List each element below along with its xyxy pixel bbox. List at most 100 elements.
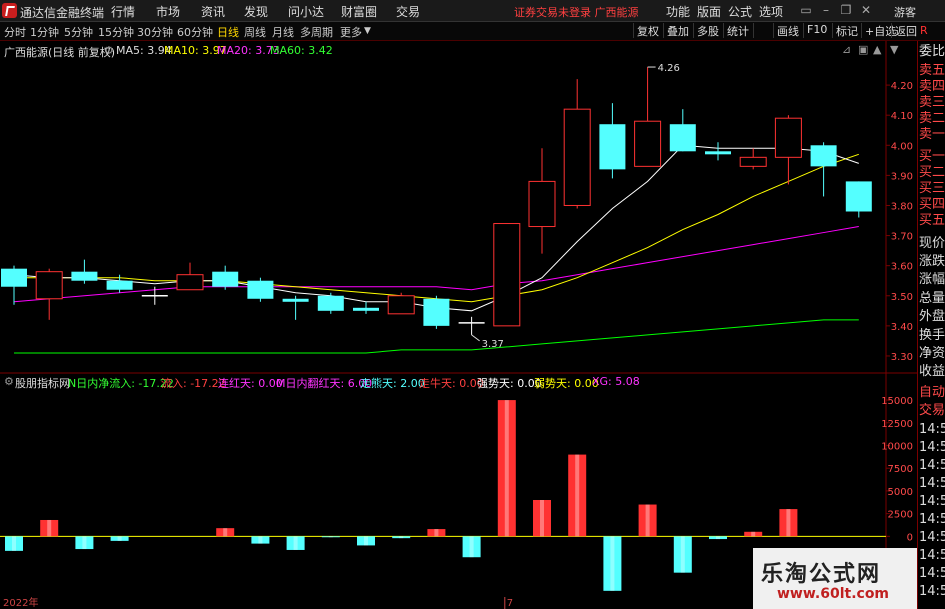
stock-name-label: 广西能源(日线 前复权) <box>4 46 116 59</box>
candle-body <box>774 117 802 158</box>
panel-item-eps[interactable]: 收益 <box>919 364 945 379</box>
candle-body <box>1 268 27 287</box>
panel-item-change[interactable]: 涨跌 <box>919 254 945 269</box>
menu-quotes[interactable]: 行情 <box>111 3 135 20</box>
panel-item-price[interactable]: 现价 <box>919 236 945 251</box>
candle-body <box>282 298 309 302</box>
arrow-up-icon[interactable]: ▲ <box>873 43 881 56</box>
volume-tick-label: 5000 <box>888 487 913 498</box>
panel-item-buy1[interactable]: 买一 <box>919 149 945 164</box>
candle-body <box>493 223 521 327</box>
volume-tick-label: 12500 <box>881 419 913 430</box>
settings-gear-icon[interactable]: ⚙ <box>104 44 114 57</box>
period-tick[interactable]: 分时 <box>4 24 26 40</box>
indicator-name[interactable]: 股朋指标网 <box>15 375 70 391</box>
restore-icon[interactable]: ❐ <box>838 2 854 18</box>
minimize-icon[interactable]: – <box>818 2 834 18</box>
chevron-down-icon[interactable]: ▼ <box>364 26 371 36</box>
ma20-line <box>13 226 859 303</box>
back-button[interactable]: 返回 <box>891 23 920 38</box>
period-multi[interactable]: 多周期 <box>300 24 333 40</box>
price-tick-label: 4.10 <box>891 111 913 122</box>
low-pointer <box>471 334 480 342</box>
panel-item-sell2[interactable]: 卖二 <box>919 111 945 126</box>
kline-chart[interactable]: 4.20 4.10 4.00 3.90 3.80 3.70 3.60 3.50 3.40 3.30… <box>0 41 917 609</box>
menu-discover[interactable]: 发现 <box>244 3 268 20</box>
period-week[interactable]: 周线 <box>244 24 266 40</box>
panel-item-sell4[interactable]: 卖四 <box>919 79 945 94</box>
close-icon[interactable]: ✕ <box>858 2 874 18</box>
stats-button[interactable]: 统计 <box>723 23 752 38</box>
panel-item-sell1[interactable]: 卖一 <box>919 127 945 142</box>
tick-time: 14:56 <box>919 530 945 545</box>
menu-trade[interactable]: 交易 <box>396 3 420 20</box>
panel-item-sell3[interactable]: 卖三 <box>919 95 945 110</box>
menu-news[interactable]: 资讯 <box>201 3 225 20</box>
candle-body <box>387 295 415 315</box>
period-5min[interactable]: 5分钟 <box>64 24 93 40</box>
panel-item-trade[interactable]: 交易 <box>919 403 945 418</box>
panel-item-sell5[interactable]: 卖五 <box>919 63 945 78</box>
panel-item-weibi[interactable]: 委比 <box>919 44 945 59</box>
ma10-line <box>14 153 859 303</box>
f10-button[interactable]: F10 <box>803 23 830 38</box>
tick-time: 14:56 <box>919 494 945 509</box>
volume-bar-highlight <box>399 536 404 539</box>
candle-body <box>106 280 133 290</box>
period-toolbar: 分时 1分钟 5分钟 15分钟 30分钟 60分钟 日线 周线 月线 多周期 更… <box>0 22 945 41</box>
volume-bar-highlight <box>469 536 474 558</box>
panel-item-changepct[interactable]: 涨幅 <box>919 272 945 287</box>
panel-item-netasset[interactable]: 净资 <box>919 346 945 361</box>
volume-tick-label: 15000 <box>881 396 913 407</box>
menu-market[interactable]: 市场 <box>156 3 180 20</box>
menu-layout[interactable]: 版面 <box>697 3 721 20</box>
volume-bar-highlight <box>82 536 87 550</box>
window-menu-icon[interactable]: ▭ <box>798 2 814 18</box>
candle-body <box>176 274 204 291</box>
indicator-gear-icon[interactable]: ⚙ <box>4 375 14 388</box>
arrow-down-icon[interactable]: ▼ <box>890 43 898 56</box>
menu-formula[interactable]: 公式 <box>728 3 752 20</box>
candle-body <box>739 156 767 167</box>
menu-ask[interactable]: 问小达 <box>288 3 324 20</box>
overlay-button[interactable]: 叠加 <box>663 23 692 38</box>
tick-time: 14:56 <box>919 422 945 437</box>
menu-function[interactable]: 功能 <box>666 3 690 20</box>
quote-side-panel: 委比 卖五 卖四 卖三 卖二 卖一 买一 买二 买三 买四 买五 现价 涨跌 涨… <box>917 41 945 609</box>
period-day[interactable]: 日线 <box>217 24 239 40</box>
candle-body <box>528 180 556 228</box>
menu-options[interactable]: 选项 <box>759 3 783 20</box>
pin-icon[interactable]: ⊿ <box>842 43 851 56</box>
panel-item-outer[interactable]: 外盘 <box>919 309 945 324</box>
period-more[interactable]: 更多 <box>340 24 362 40</box>
panel-item-buy5[interactable]: 买五 <box>919 213 945 228</box>
panel-item-buy3[interactable]: 买三 <box>919 181 945 196</box>
panel-item-turnover[interactable]: 换手 <box>919 328 945 343</box>
panel-item-volume[interactable]: 总量 <box>919 291 945 306</box>
volume-bar-highlight <box>117 536 122 541</box>
multi-stock-button[interactable]: 多股 <box>693 23 722 38</box>
mark-button[interactable]: 标记 <box>832 23 861 38</box>
expand-icon[interactable]: ▣ <box>858 43 868 56</box>
adjust-button[interactable]: 复权 <box>633 23 662 38</box>
panel-item-auto[interactable]: 自动 <box>919 385 945 400</box>
tick-time: 14:56 <box>919 584 945 599</box>
volume-bar-highlight <box>328 536 333 538</box>
volume-bar-highlight <box>680 536 685 573</box>
volume-bar-highlight <box>434 529 439 537</box>
menu-wealth[interactable]: 财富圈 <box>341 3 377 20</box>
period-30min[interactable]: 30分钟 <box>137 24 173 40</box>
tick-time: 14:56 <box>919 476 945 491</box>
period-60min[interactable]: 60分钟 <box>177 24 213 40</box>
panel-item-buy4[interactable]: 买四 <box>919 197 945 212</box>
guest-label[interactable]: 游客 <box>894 4 916 20</box>
period-1min[interactable]: 1分钟 <box>30 24 59 40</box>
login-notice[interactable]: 证券交易未登录 广西能源 <box>514 4 639 20</box>
candle-body <box>563 108 591 206</box>
draw-line-button[interactable]: 画线 <box>773 23 802 38</box>
panel-item-buy2[interactable]: 买二 <box>919 165 945 180</box>
period-month[interactable]: 月线 <box>272 24 294 40</box>
period-15min[interactable]: 15分钟 <box>98 24 134 40</box>
app-title: 通达信金融终端 <box>20 6 105 20</box>
candle-body <box>71 271 98 281</box>
